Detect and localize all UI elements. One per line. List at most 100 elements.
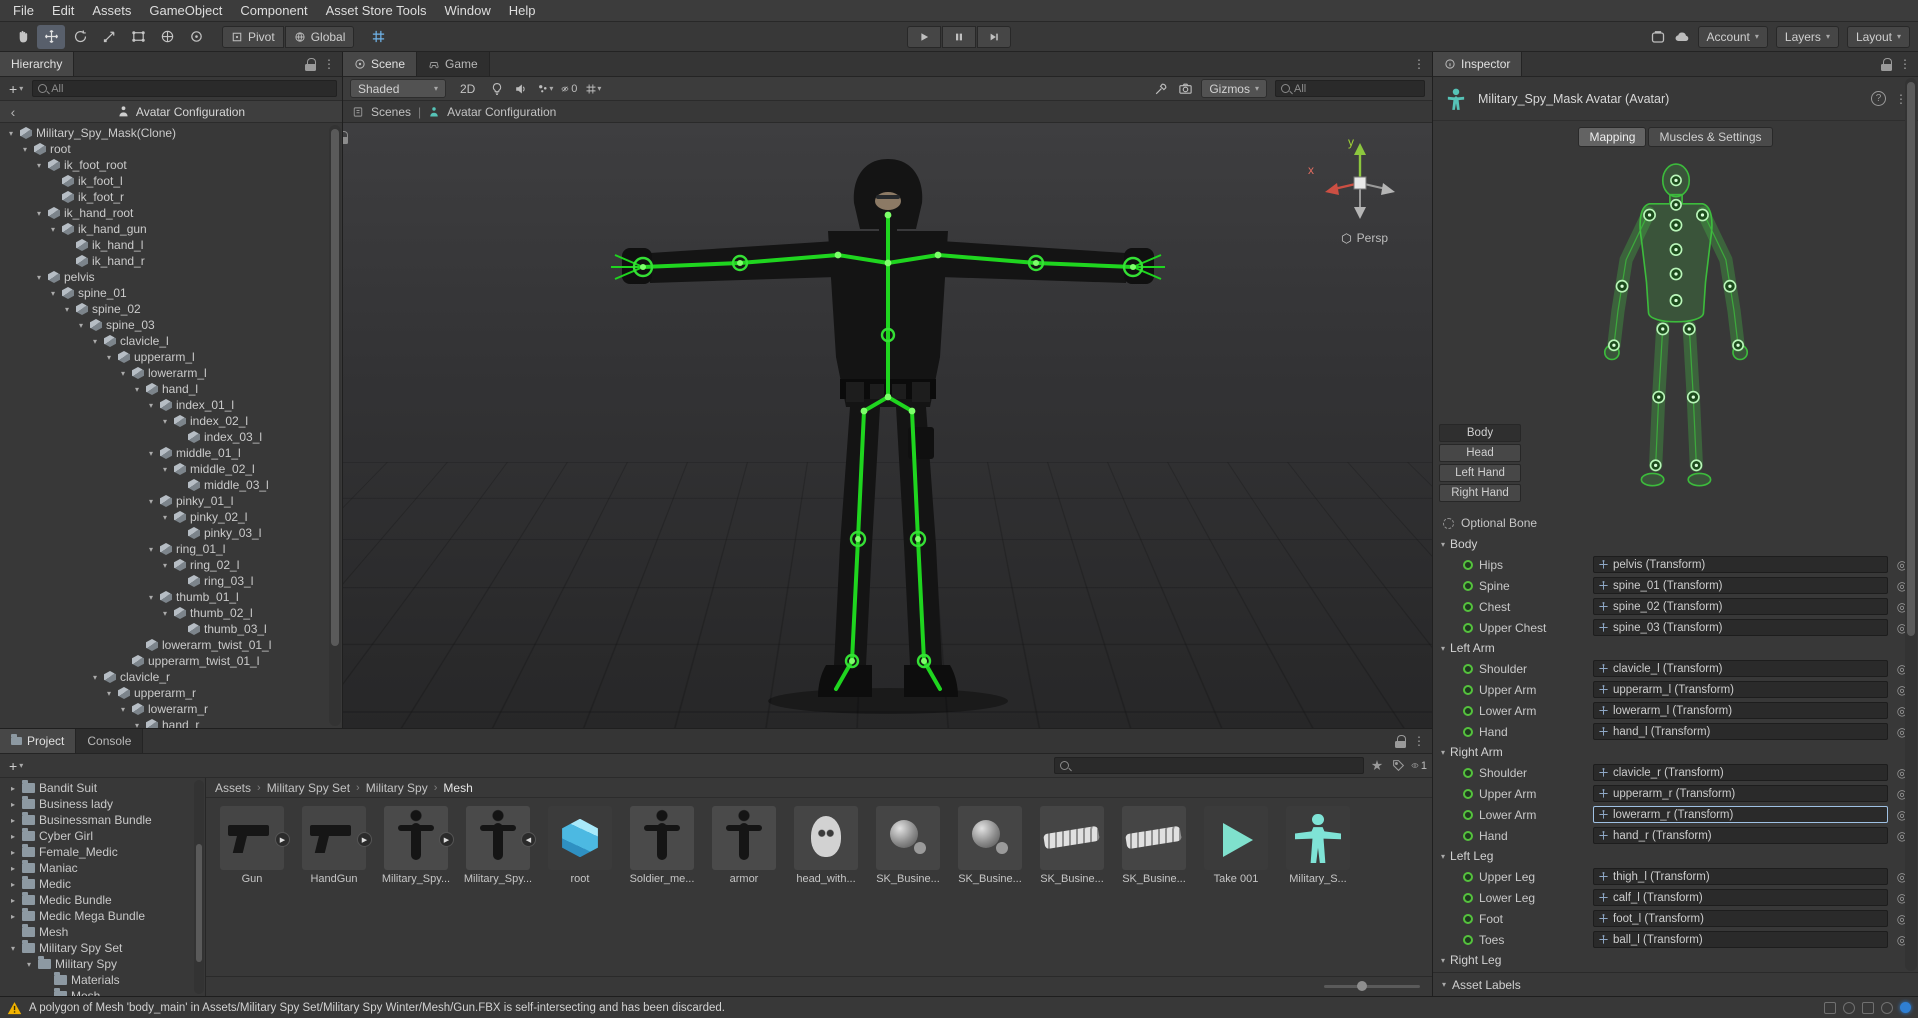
foldout-arrow-icon[interactable]: ▾: [160, 561, 170, 570]
status-bar[interactable]: A polygon of Mesh 'body_main' in Assets/…: [0, 996, 1918, 1018]
step-button[interactable]: [977, 25, 1011, 48]
hierarchy-tree-item[interactable]: ▾ spine_03: [0, 317, 342, 333]
tab-console[interactable]: Console: [76, 729, 144, 753]
foldout-arrow-icon[interactable]: ▸: [8, 912, 18, 921]
object-field[interactable]: spine_01 (Transform): [1593, 577, 1888, 594]
foldout-arrow-icon[interactable]: ▾: [34, 273, 44, 282]
tab-game[interactable]: Game: [417, 52, 490, 76]
project-search-input[interactable]: [1054, 757, 1364, 774]
asset-thumbnail[interactable]: [1204, 806, 1268, 870]
hierarchy-tree-item[interactable]: ▾ thumb_02_l: [0, 605, 342, 621]
object-field[interactable]: spine_03 (Transform): [1593, 619, 1888, 636]
body-part-button[interactable]: Body: [1439, 424, 1521, 442]
asset-labels-footer[interactable]: ▾ Asset Labels: [1433, 972, 1918, 996]
menu-item[interactable]: File: [4, 0, 43, 21]
asset-thumbnail[interactable]: [384, 806, 454, 870]
foldout-arrow-icon[interactable]: ▾: [160, 513, 170, 522]
object-field[interactable]: thigh_l (Transform): [1593, 868, 1888, 885]
foldout-arrow-icon[interactable]: ▸: [8, 800, 18, 809]
hierarchy-tree-item[interactable]: thumb_03_l: [0, 621, 342, 637]
foldout-arrow-icon[interactable]: ▾: [160, 609, 170, 618]
object-field[interactable]: calf_l (Transform): [1593, 889, 1888, 906]
foldout-arrow-icon[interactable]: ▾: [62, 305, 72, 314]
body-part-button[interactable]: Head: [1439, 444, 1521, 462]
menu-item[interactable]: Help: [500, 0, 545, 21]
folder-tree-item[interactable]: ▾ Military Spy Set: [0, 940, 205, 956]
camera-icon[interactable]: [1177, 81, 1193, 97]
hierarchy-tree-item[interactable]: ▾ spine_02: [0, 301, 342, 317]
asset-thumbnail[interactable]: [466, 806, 536, 870]
folder-tree-item[interactable]: Materials: [0, 972, 205, 988]
help-icon[interactable]: ?: [1871, 91, 1886, 106]
scene-viewport[interactable]: y x Persp: [343, 123, 1432, 728]
asset-item[interactable]: SK_Busine...: [1120, 806, 1188, 885]
hierarchy-tree-item[interactable]: ▾ index_01_l: [0, 397, 342, 413]
foldout-arrow-icon[interactable]: ▸: [8, 832, 18, 841]
play-button[interactable]: [907, 25, 941, 48]
menu-item[interactable]: GameObject: [140, 0, 231, 21]
background-activity-icon[interactable]: [1900, 1002, 1911, 1013]
layout-dropdown[interactable]: Layout ▾: [1846, 25, 1910, 48]
hierarchy-tree-item[interactable]: ▾ ring_01_l: [0, 541, 342, 557]
asset-item[interactable]: SK_Busine...: [956, 806, 1024, 885]
panel-menu-icon[interactable]: ⋮: [1413, 57, 1426, 71]
hierarchy-tree-item[interactable]: ▾ ik_foot_root: [0, 157, 342, 173]
hierarchy-tree-item[interactable]: ▾ ik_hand_gun: [0, 221, 342, 237]
breadcrumb-scenes[interactable]: Scenes: [371, 105, 411, 119]
folder-tree-item[interactable]: ▸ Cyber Girl: [0, 828, 205, 844]
hierarchy-tree-item[interactable]: ring_03_l: [0, 573, 342, 589]
lighting-toggle-icon[interactable]: [489, 81, 505, 97]
hierarchy-tree-item[interactable]: ▾ upperarm_l: [0, 349, 342, 365]
foldout-arrow-icon[interactable]: ▾: [146, 449, 156, 458]
asset-item[interactable]: Take 001: [1202, 806, 1270, 885]
object-field[interactable]: clavicle_l (Transform): [1593, 660, 1888, 677]
hierarchy-tree-item[interactable]: ▾ ik_hand_root: [0, 205, 342, 221]
object-field[interactable]: hand_l (Transform): [1593, 723, 1888, 740]
folder-tree-item[interactable]: ▸ Maniac: [0, 860, 205, 876]
foldout-arrow-icon[interactable]: ▸: [8, 848, 18, 857]
foldout-arrow-icon[interactable]: ▾: [6, 129, 16, 138]
scene-visibility-icon[interactable]: 0: [561, 81, 577, 97]
folders-scrollbar[interactable]: [194, 780, 204, 994]
global-toggle[interactable]: Global: [284, 25, 355, 48]
bone-section-header[interactable]: ▾ Left Arm: [1433, 638, 1918, 658]
foldout-arrow-icon[interactable]: ▾: [24, 960, 34, 969]
foldout-arrow-icon[interactable]: ▾: [104, 689, 114, 698]
folder-tree-item[interactable]: ▸ Bandit Suit: [0, 780, 205, 796]
lock-icon[interactable]: [305, 57, 316, 71]
foldout-arrow-icon[interactable]: ▾: [48, 289, 58, 298]
asset-thumbnail[interactable]: [1122, 806, 1186, 870]
object-field[interactable]: upperarm_l (Transform): [1593, 681, 1888, 698]
menu-item[interactable]: Asset Store Tools: [317, 0, 436, 21]
object-field[interactable]: lowerarm_l (Transform): [1593, 702, 1888, 719]
asset-item[interactable]: SK_Busine...: [874, 806, 942, 885]
favorites-icon[interactable]: [1369, 758, 1385, 774]
panel-menu-icon[interactable]: ⋮: [1413, 734, 1426, 748]
hidden-assets-icon[interactable]: 1: [1411, 758, 1427, 774]
folder-tree-item[interactable]: Mesh: [0, 924, 205, 940]
asset-item[interactable]: Military_Spy...: [464, 806, 536, 885]
hierarchy-tree-item[interactable]: ▾ pinky_01_l: [0, 493, 342, 509]
hierarchy-tree-item[interactable]: pinky_03_l: [0, 525, 342, 541]
foldout-arrow-icon[interactable]: ▾: [146, 401, 156, 410]
custom-tool-button[interactable]: [182, 25, 210, 49]
tab-hierarchy[interactable]: Hierarchy: [0, 52, 75, 76]
foldout-arrow-icon[interactable]: ▾: [76, 321, 86, 330]
bone-section-header[interactable]: ▾ Right Leg: [1433, 950, 1918, 970]
editor-tools-icon[interactable]: [1153, 81, 1169, 97]
hierarchy-tree-item[interactable]: ▾ thumb_01_l: [0, 589, 342, 605]
asset-thumbnail[interactable]: [302, 806, 372, 870]
asset-thumbnail[interactable]: [630, 806, 694, 870]
scale-tool-button[interactable]: [95, 25, 123, 49]
thumbnail-size-slider[interactable]: [1324, 981, 1420, 991]
scene-grid-dropdown-icon[interactable]: ▾: [585, 81, 601, 97]
breadcrumb-item[interactable]: Mesh›: [443, 781, 472, 795]
menu-item[interactable]: Window: [436, 0, 500, 21]
pivot-toggle[interactable]: Pivot: [222, 25, 284, 48]
shading-mode-dropdown[interactable]: Shaded ▾: [350, 79, 446, 98]
breadcrumb-current[interactable]: Avatar Configuration: [447, 105, 556, 119]
asset-item[interactable]: Military_Spy...: [382, 806, 454, 885]
foldout-arrow-icon[interactable]: ▾: [90, 337, 100, 346]
hierarchy-tree-item[interactable]: upperarm_twist_01_l: [0, 653, 342, 669]
asset-badge[interactable]: [439, 832, 454, 847]
